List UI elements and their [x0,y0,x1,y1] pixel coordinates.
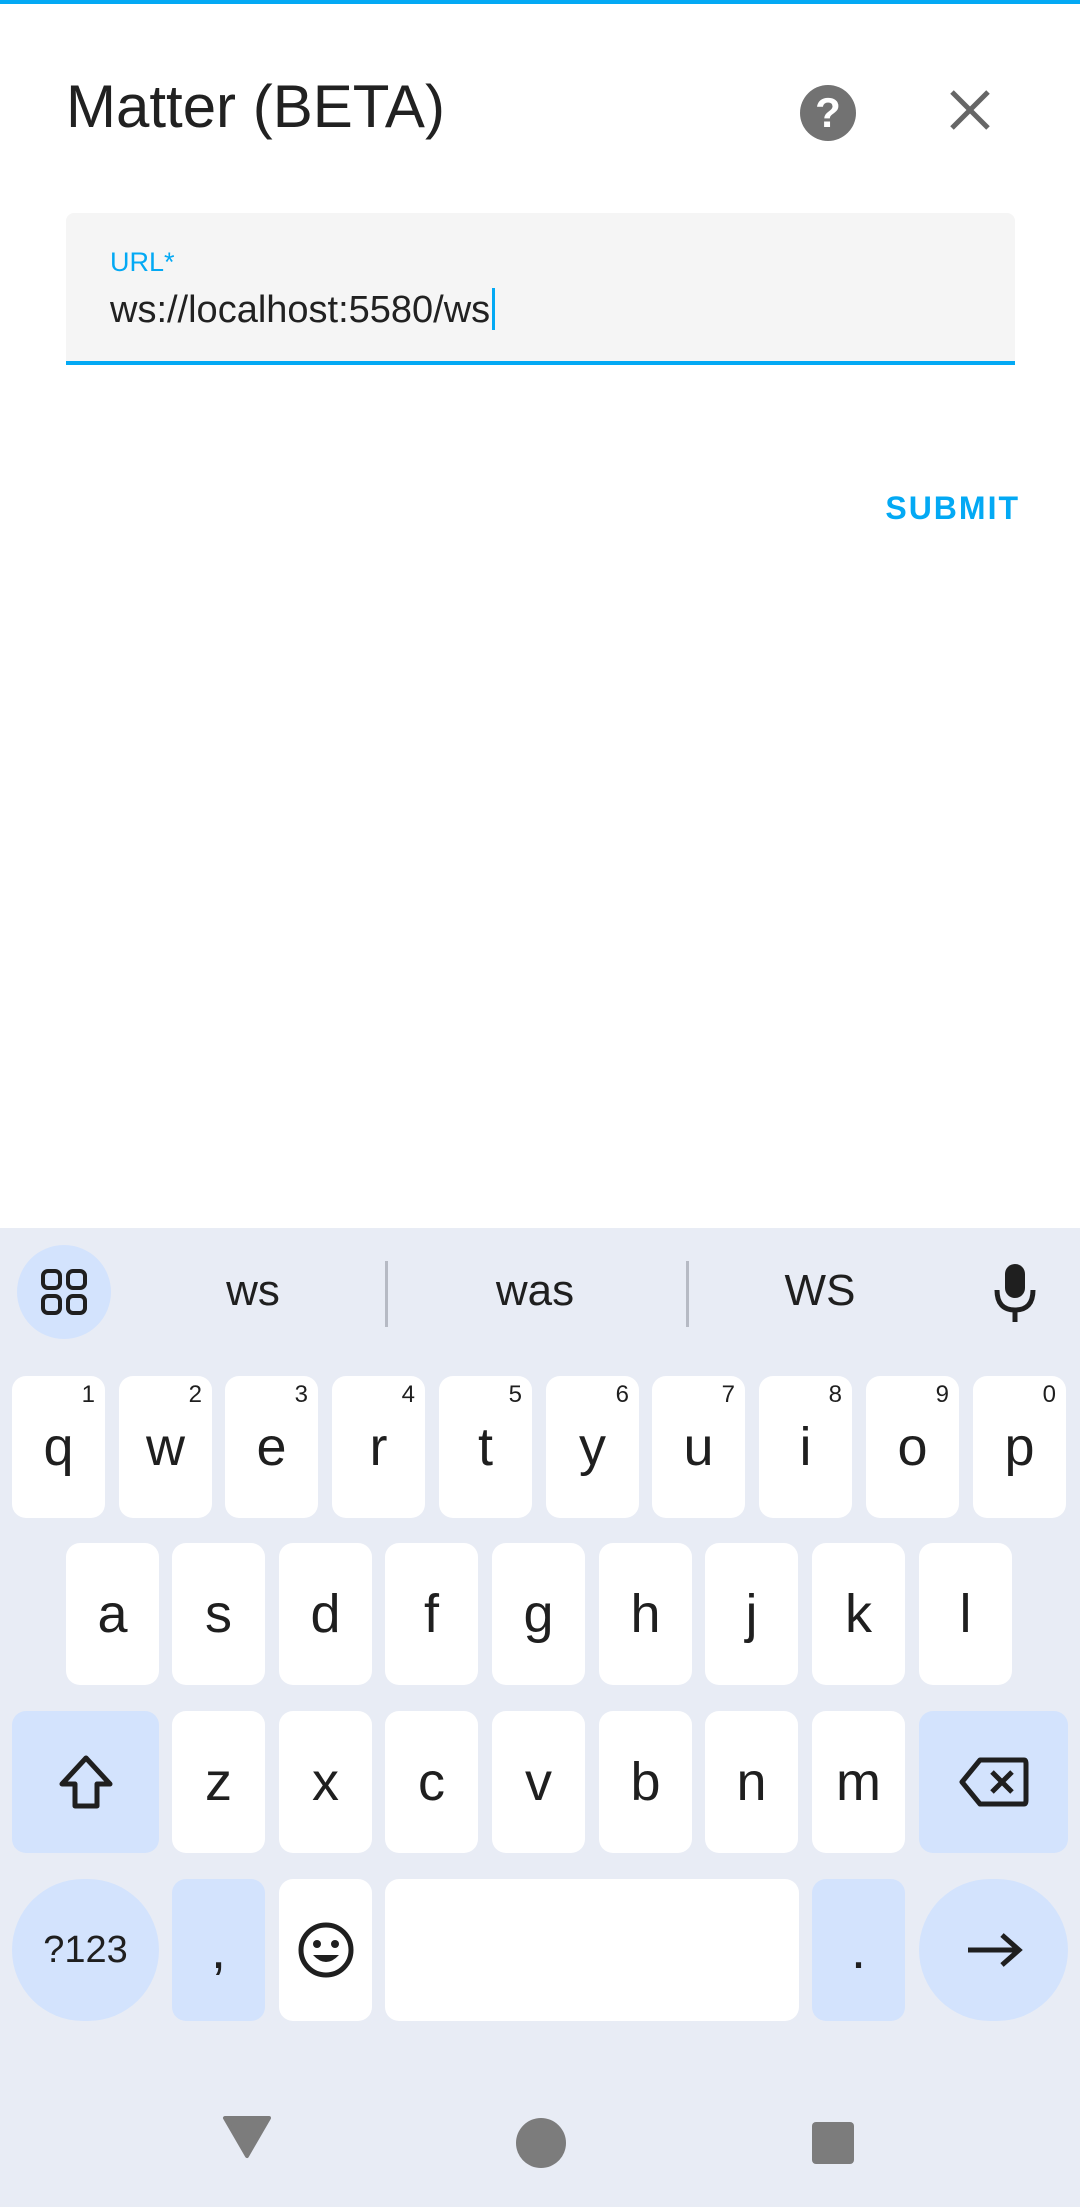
key-e[interactable]: e3 [225,1376,318,1518]
key-h[interactable]: h [599,1543,692,1685]
enter-key[interactable] [919,1879,1068,2021]
submit-button[interactable]: SUBMIT [860,490,1020,530]
backspace-key[interactable] [919,1711,1068,1853]
shift-key[interactable] [12,1711,159,1853]
key-b[interactable]: b [599,1711,692,1853]
suggestion-bar: ws was WS [0,1228,1080,1356]
key-i[interactable]: i8 [759,1376,852,1518]
key-u[interactable]: u7 [652,1376,745,1518]
close-icon[interactable] [940,80,1000,140]
key-f[interactable]: f [385,1543,478,1685]
key-v[interactable]: v [492,1711,585,1853]
url-field[interactable]: URL* ws://localhost:5580/ws [66,213,1015,365]
dialog-title: Matter (BETA) [66,73,445,140]
microphone-icon[interactable] [985,1258,1045,1328]
arrow-right-icon [967,1933,1023,1967]
suggestion-2[interactable]: was [435,1266,635,1316]
key-j[interactable]: j [705,1543,798,1685]
key-s[interactable]: s [172,1543,265,1685]
suggestion-divider [686,1261,689,1327]
key-c[interactable]: c [385,1711,478,1853]
shift-arrow-icon [59,1755,112,1809]
key-k[interactable]: k [812,1543,905,1685]
key-g[interactable]: g [492,1543,585,1685]
system-navigation-bar [0,2060,1080,2207]
key-x[interactable]: x [279,1711,372,1853]
key-o[interactable]: o9 [866,1376,959,1518]
key-d[interactable]: d [279,1543,372,1685]
key-a[interactable]: a [66,1543,159,1685]
symbols-key[interactable]: ?123 [12,1879,159,2021]
url-input-value: ws://localhost:5580/ws [110,289,491,331]
key-t[interactable]: t5 [439,1376,532,1518]
key-l[interactable]: l [919,1543,1012,1685]
key-n[interactable]: n [705,1711,798,1853]
suggestion-3[interactable]: WS [720,1266,920,1316]
backspace-icon [959,1757,1028,1807]
text-caret [492,288,496,330]
suggestion-divider [385,1261,388,1327]
apps-grid-icon[interactable] [17,1245,111,1339]
key-y[interactable]: y6 [546,1376,639,1518]
key-r[interactable]: r4 [332,1376,425,1518]
recents-nav-icon[interactable] [811,2121,855,2165]
key-m[interactable]: m [812,1711,905,1853]
comma-key[interactable]: , [172,1879,265,2021]
key-z[interactable]: z [172,1711,265,1853]
help-icon[interactable]: ? [800,85,856,141]
suggestion-1[interactable]: ws [153,1266,353,1316]
emoji-icon [298,1922,353,1978]
emoji-key[interactable] [279,1879,372,2021]
key-q[interactable]: q1 [12,1376,105,1518]
key-w[interactable]: w2 [119,1376,212,1518]
back-nav-icon[interactable] [222,2114,272,2160]
home-nav-icon[interactable] [515,2117,567,2169]
period-key[interactable]: . [812,1879,905,2021]
url-field-label: URL* [110,247,175,277]
key-p[interactable]: p0 [973,1376,1066,1518]
space-key[interactable] [385,1879,799,2021]
top-accent-bar [0,0,1080,4]
url-input[interactable]: ws://localhost:5580/ws [110,288,496,332]
